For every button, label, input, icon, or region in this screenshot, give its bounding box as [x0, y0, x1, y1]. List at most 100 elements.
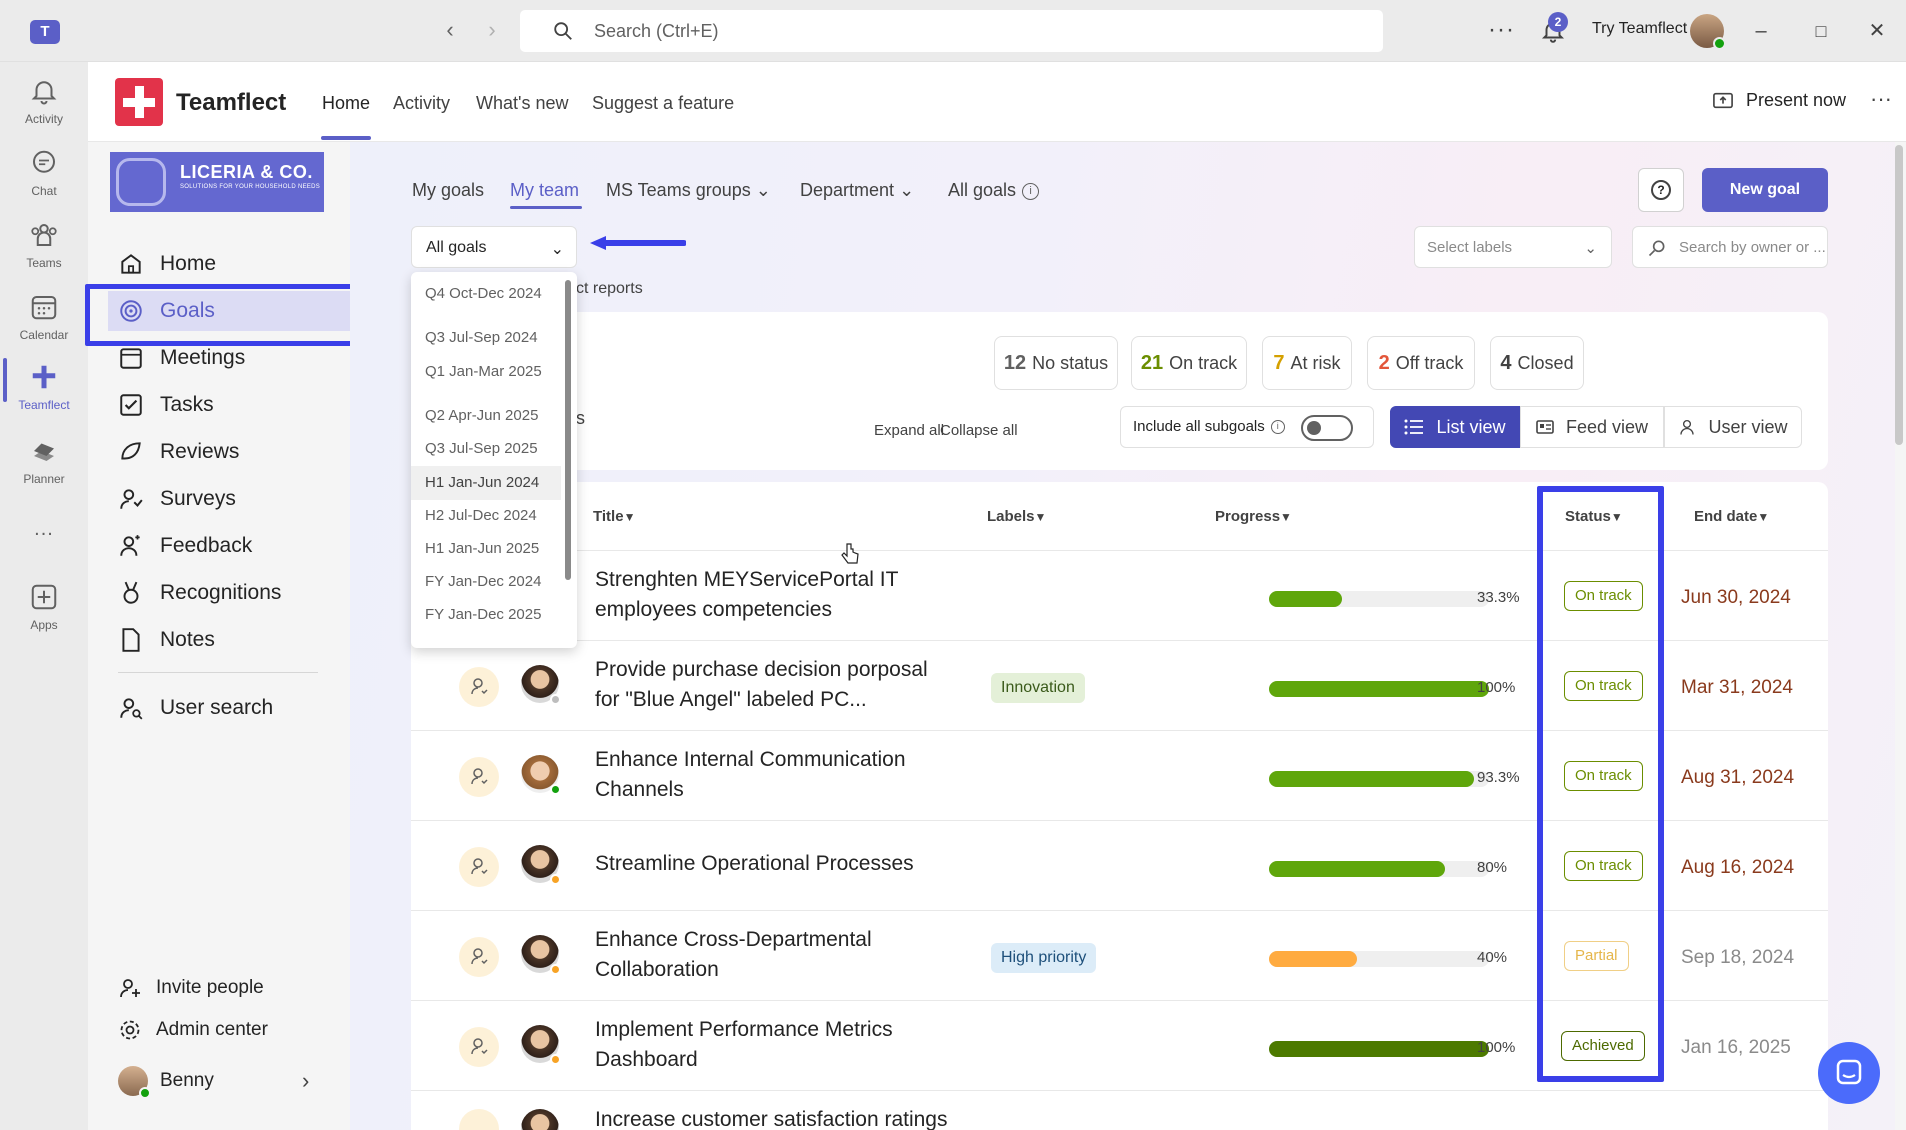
expand-all-button[interactable]: Expand all — [874, 422, 944, 439]
period-option[interactable]: Q3 Jul-Sep 2024 — [411, 328, 561, 348]
tab-department[interactable]: Department ⌄ — [800, 180, 914, 201]
back-icon[interactable]: ‹ — [438, 19, 462, 43]
view-label: Feed view — [1565, 416, 1649, 437]
avatar[interactable] — [521, 1025, 561, 1065]
tab-suggest-feature[interactable]: Suggest a feature — [592, 93, 734, 114]
reviews-icon — [121, 442, 141, 460]
period-option[interactable]: Q2 Apr-Jun 2025 — [411, 406, 561, 426]
more-icon[interactable]: ··· — [1870, 86, 1892, 112]
rail-item-calendar[interactable]: Calendar — [0, 292, 88, 342]
period-option-selected[interactable]: H1 Jan-Jun 2024 — [411, 466, 561, 500]
tab-whats-new[interactable]: What's new — [476, 93, 568, 114]
sidebar-item-user-search[interactable]: User search — [118, 688, 344, 728]
goal-title[interactable]: Implement Performance Metrics Dashboard — [595, 1015, 935, 1075]
sidebar-item-surveys[interactable]: Surveys — [118, 479, 344, 519]
minimize-icon[interactable]: – — [1748, 18, 1774, 44]
rail-item-apps[interactable]: Apps — [0, 582, 88, 632]
select-labels-dropdown[interactable]: Select labels ⌄ — [1414, 226, 1612, 268]
period-option[interactable]: FY Jan-Dec 2024 — [411, 572, 561, 592]
list-view-button[interactable]: List view — [1390, 406, 1520, 448]
forward-icon[interactable]: › — [480, 19, 504, 43]
present-now-button[interactable]: Present now — [1746, 90, 1846, 111]
teams-icon — [31, 224, 57, 246]
goal-title[interactable]: Strenghten MEYServicePortal IT employees… — [595, 565, 935, 625]
column-header-title[interactable]: Title▼ — [593, 508, 635, 525]
period-option[interactable]: FY Jan-Dec 2025 — [411, 605, 561, 625]
more-options-icon[interactable]: ··· — [1488, 16, 1515, 44]
period-option[interactable]: Q3 Jul-Sep 2025 — [411, 439, 561, 459]
period-option[interactable]: Q1 Jan-Mar 2025 — [411, 362, 561, 382]
goal-title[interactable]: Enhance Cross-Departmental Collaboration — [595, 925, 935, 985]
table-row[interactable]: Increase customer satisfaction ratings — [411, 1090, 1828, 1130]
avatar[interactable] — [521, 935, 561, 975]
goal-title[interactable]: Streamline Operational Processes — [595, 849, 935, 879]
more-apps-icon[interactable]: ... — [0, 518, 88, 541]
support-chat-button[interactable] — [1818, 1042, 1880, 1104]
tab-activity[interactable]: Activity — [393, 93, 450, 114]
info-icon: i — [1270, 420, 1285, 435]
column-header-end-date[interactable]: End date▼ — [1694, 508, 1769, 525]
chevron-right-icon[interactable]: › — [302, 1068, 309, 1094]
user-view-button[interactable]: User view — [1664, 406, 1802, 448]
rail-item-teams[interactable]: Teams — [0, 220, 88, 270]
collapse-all-button[interactable]: Collapse all — [940, 422, 1018, 439]
search-input[interactable]: Search (Ctrl+E) — [520, 10, 1383, 52]
period-option[interactable]: H2 Jul-Dec 2024 — [411, 506, 561, 526]
include-subgoals-toggle[interactable] — [1301, 415, 1353, 441]
sidebar-item-notes[interactable]: Notes — [118, 620, 344, 660]
owner-type-icon — [459, 757, 499, 797]
chip-label: Closed — [1517, 353, 1574, 373]
feed-view-button[interactable]: Feed view — [1520, 406, 1664, 448]
tab-ms-teams-groups[interactable]: MS Teams groups ⌄ — [606, 180, 771, 201]
period-option[interactable]: Q4 Oct-Dec 2024 — [411, 284, 561, 304]
goal-title[interactable]: Increase customer satisfaction ratings — [595, 1105, 995, 1130]
status-chip-off-track[interactable]: 2 Off track — [1367, 336, 1475, 390]
sidebar-item-recognitions[interactable]: Recognitions — [118, 573, 344, 613]
avatar[interactable] — [521, 665, 561, 705]
sidebar-item-tasks[interactable]: Tasks — [118, 385, 344, 425]
tab-home[interactable]: Home — [322, 93, 370, 114]
status-chip-on-track[interactable]: 21 On track — [1131, 336, 1247, 390]
period-option[interactable]: H1 Jan-Jun 2025 — [411, 539, 561, 559]
goal-title[interactable]: Enhance Internal Communication Channels — [595, 745, 935, 805]
tab-my-team[interactable]: My team — [510, 180, 579, 201]
maximize-icon[interactable]: □ — [1808, 18, 1834, 44]
sidebar-item-feedback[interactable]: Feedback — [118, 526, 344, 566]
period-filter-dropdown[interactable]: All goals ⌄ — [411, 226, 577, 268]
help-button[interactable]: ? — [1638, 168, 1684, 212]
status-chip-no-status[interactable]: 12 No status — [994, 336, 1118, 390]
rail-item-activity[interactable]: Activity — [0, 76, 88, 126]
user-name[interactable]: Benny — [160, 1070, 214, 1092]
column-header-label: End date — [1694, 508, 1758, 525]
sidebar-item-reviews[interactable]: Reviews — [118, 432, 344, 472]
column-header-labels[interactable]: Labels▼ — [987, 508, 1046, 525]
rail-item-planner[interactable]: Planner — [0, 436, 88, 486]
status-chip-at-risk[interactable]: 7 At risk — [1262, 336, 1352, 390]
goal-title[interactable]: Provide purchase decision porposal for "… — [595, 655, 935, 715]
direct-reports-checkbox-label[interactable]: ct reports — [576, 280, 643, 298]
close-icon[interactable]: ✕ — [1864, 18, 1890, 44]
dropdown-scrollbar[interactable] — [565, 280, 571, 580]
status-chip-closed[interactable]: 4 Closed — [1490, 336, 1584, 390]
invite-people-link[interactable]: Invite people — [118, 976, 264, 1000]
column-header-progress[interactable]: Progress▼ — [1215, 508, 1292, 525]
avatar[interactable] — [521, 755, 561, 795]
rail-item-teamflect[interactable]: Teamflect — [0, 362, 88, 412]
avatar[interactable] — [118, 1066, 151, 1099]
presence-icon — [550, 964, 561, 975]
rail-item-chat[interactable]: Chat — [0, 148, 88, 198]
search-owner-input[interactable]: Search by owner or ... — [1632, 226, 1828, 268]
tab-all-goals[interactable]: All goals i — [948, 180, 1040, 201]
tab-my-goals[interactable]: My goals — [412, 180, 484, 201]
profile-avatar[interactable] — [1690, 14, 1726, 50]
end-date: Aug 16, 2024 — [1681, 857, 1795, 878]
chip-label: No status — [1032, 353, 1109, 373]
sidebar-item-home[interactable]: Home — [118, 244, 344, 284]
search-placeholder: Search (Ctrl+E) — [594, 20, 719, 41]
new-goal-button[interactable]: New goal — [1702, 168, 1828, 212]
person-add-icon — [120, 979, 140, 998]
page-scrollbar[interactable] — [1895, 145, 1903, 445]
avatar[interactable] — [521, 845, 561, 885]
avatar[interactable] — [521, 1109, 559, 1130]
admin-center-link[interactable]: Admin center — [118, 1018, 268, 1042]
